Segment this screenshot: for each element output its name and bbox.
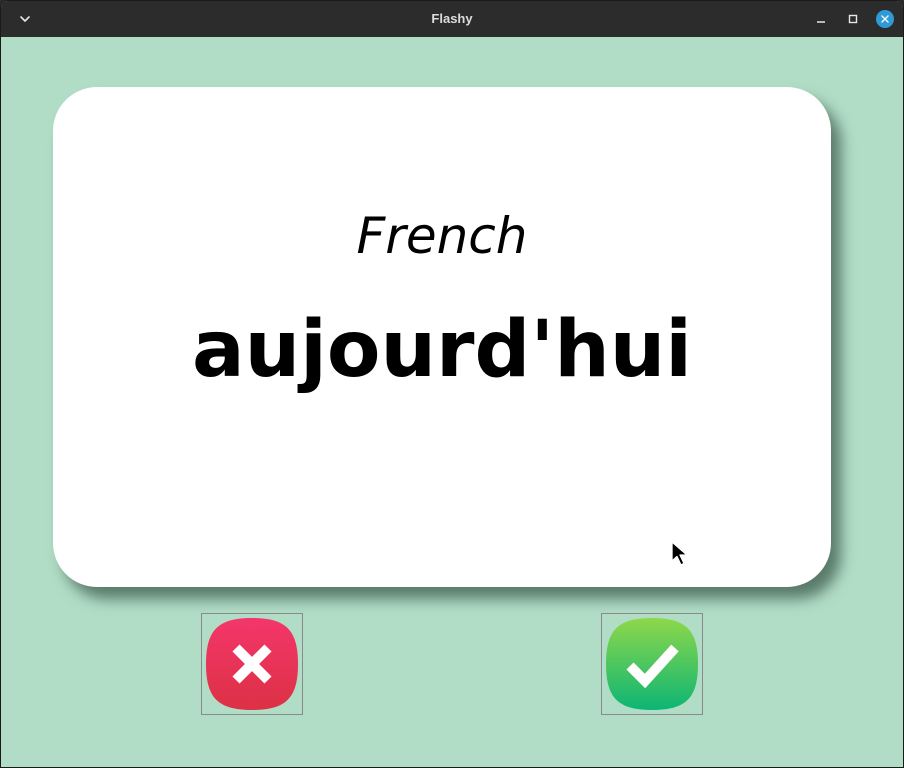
flashcard: French aujourd'hui [53, 87, 831, 587]
minimize-button[interactable] [811, 9, 831, 29]
card-language-title: French [356, 207, 528, 265]
card-word: aujourd'hui [192, 305, 692, 395]
cross-icon [206, 618, 298, 710]
checkmark-icon [606, 618, 698, 710]
close-icon [881, 15, 889, 23]
maximize-icon [848, 14, 858, 24]
window-title: Flashy [431, 11, 473, 26]
maximize-button[interactable] [843, 9, 863, 29]
close-button-circle [876, 10, 894, 28]
title-bar[interactable]: Flashy [1, 1, 903, 37]
minimize-icon [817, 21, 825, 23]
app-window: Flashy French aujourd'hui [0, 0, 904, 768]
close-button[interactable] [875, 9, 895, 29]
app-canvas: French aujourd'hui [1, 37, 903, 767]
right-button[interactable] [601, 613, 703, 715]
wrong-button[interactable] [201, 613, 303, 715]
mouse-pointer-icon [671, 541, 688, 566]
